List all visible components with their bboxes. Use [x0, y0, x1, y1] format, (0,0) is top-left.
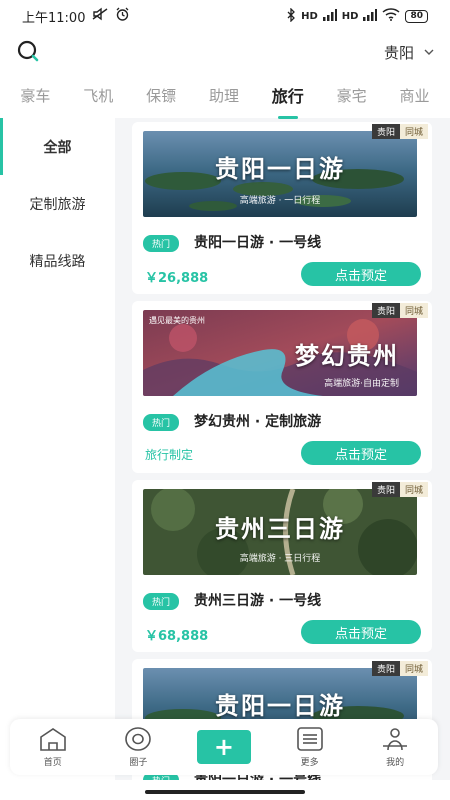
nav-more-label: 更多 [300, 758, 319, 768]
banner-title: 贵州三日游 [215, 514, 345, 543]
signal-1-label: HD [301, 10, 318, 22]
city-selector[interactable]: 贵阳 [384, 42, 434, 63]
product-price: ￥68,888 [145, 629, 209, 644]
tab-business[interactable]: 商业 [397, 81, 431, 110]
product-name: 梦幻贵州 · 定制旅游 [194, 414, 322, 430]
product-list: 贵阳一日游 高端旅游 · 一日行程 贵阳 同城 热门 贵阳一日游 · 一号线 ￥… [132, 118, 432, 800]
banner-subtitle: 高端旅游·自由定制 [324, 379, 399, 389]
home-indicator[interactable] [145, 790, 305, 794]
card-banner-image: 遇见最美的贵州 梦幻贵州 高端旅游·自由定制 [143, 310, 417, 396]
product-name: 贵阳一日游 · 一号线 [194, 235, 322, 251]
card-tags: 贵阳 同城 [371, 661, 428, 676]
mute-icon [91, 7, 109, 25]
book-button[interactable]: 点击预定 [301, 441, 421, 465]
signal-icon [322, 8, 337, 24]
circle-icon [123, 726, 153, 755]
product-name: 贵州三日游 · 一号线 [194, 593, 322, 609]
top-header: 贵阳 [0, 32, 450, 72]
tab-mansion[interactable]: 豪宅 [335, 81, 369, 110]
card-tags: 贵阳 同城 [371, 482, 428, 497]
signal-icon [363, 8, 378, 24]
type-tag: 同城 [399, 124, 428, 139]
product-price: ￥26,888 [145, 271, 209, 286]
city-label: 贵阳 [383, 43, 414, 62]
chevron-down-icon [424, 45, 434, 59]
side-item-custom-travel[interactable]: 定制旅游 [0, 175, 115, 232]
type-tag: 同城 [399, 661, 428, 676]
book-button[interactable]: 点击预定 [301, 620, 421, 644]
city-tag: 贵阳 [371, 303, 400, 318]
card-tags: 贵阳 同城 [371, 124, 428, 139]
nav-circle[interactable]: 圈子 [108, 726, 168, 768]
home-icon [38, 726, 68, 755]
signal-2-label: HD [341, 10, 359, 22]
category-tabs: 豪车 飞机 保镖 助理 旅行 豪宅 商业 [0, 72, 450, 118]
user-icon [380, 726, 410, 755]
type-tag: 同城 [399, 482, 428, 497]
city-tag: 贵阳 [371, 661, 400, 676]
wifi-icon [382, 8, 400, 24]
list-icon [295, 726, 325, 755]
app-screen: 上午11:00 HD HD 80 贵阳 豪车 飞机 保镖 助理 旅行 豪宅 商业… [0, 0, 450, 800]
book-button[interactable]: 点击预定 [301, 262, 421, 286]
hot-badge: 热门 [143, 593, 180, 610]
alarm-icon [115, 7, 130, 25]
tab-bodyguard[interactable]: 保镖 [144, 81, 178, 110]
banner-subtitle: 高端旅游 · 三日行程 [239, 554, 321, 564]
banner-title: 梦幻贵州 [295, 341, 399, 370]
side-item-all[interactable]: 全部 [0, 118, 115, 175]
banner-title: 贵阳一日游 [215, 691, 345, 720]
type-tag: 同城 [399, 303, 428, 318]
status-bar: 上午11:00 HD HD 80 [0, 0, 450, 32]
side-nav: 全部 定制旅游 精品线路 [0, 118, 115, 800]
tab-car[interactable]: 豪车 [18, 81, 52, 110]
side-item-premium-routes[interactable]: 精品线路 [0, 232, 115, 289]
hot-badge: 热门 [143, 414, 180, 431]
tab-travel[interactable]: 旅行 [270, 79, 306, 111]
nav-home[interactable]: 首页 [23, 726, 83, 768]
battery-indicator: 80 [405, 9, 428, 23]
banner-top-text: 遇见最美的贵州 [149, 316, 205, 325]
city-tag: 贵阳 [371, 482, 400, 497]
add-button[interactable]: + [196, 730, 251, 764]
banner-subtitle: 高端旅游 · 一日行程 [239, 196, 321, 206]
hot-badge: 热门 [143, 235, 180, 252]
nav-more[interactable]: 更多 [280, 726, 340, 768]
nav-circle-label: 圈子 [129, 758, 148, 768]
search-icon[interactable] [16, 39, 42, 65]
bottom-nav: 首页 圈子 + 更多 我的 [10, 719, 438, 775]
status-time: 上午11:00 [22, 10, 86, 26]
card-banner-image: 贵阳一日游 高端旅游 · 一日行程 [143, 131, 417, 217]
nav-mine-label: 我的 [386, 758, 405, 768]
product-card[interactable]: 贵阳一日游 高端旅游 · 一日行程 贵阳 同城 热门 贵阳一日游 · 一号线 ￥… [132, 122, 432, 294]
product-card[interactable]: 贵州三日游 高端旅游 · 三日行程 贵阳 同城 热门 贵州三日游 · 一号线 ￥… [132, 480, 432, 652]
nav-mine[interactable]: 我的 [365, 726, 425, 768]
bluetooth-icon [286, 6, 296, 25]
card-tags: 贵阳 同城 [371, 303, 428, 318]
city-tag: 贵阳 [371, 124, 400, 139]
card-banner-image: 贵州三日游 高端旅游 · 三日行程 [143, 489, 417, 575]
tab-plane[interactable]: 飞机 [81, 81, 115, 110]
banner-title: 贵阳一日游 [215, 154, 345, 183]
nav-home-label: 首页 [43, 758, 62, 768]
product-card[interactable]: 遇见最美的贵州 梦幻贵州 高端旅游·自由定制 贵阳 同城 热门 梦幻贵州 · 定… [132, 301, 432, 473]
product-price: 旅行制定 [145, 448, 194, 462]
nav-add[interactable]: + [194, 730, 254, 764]
tab-assistant[interactable]: 助理 [207, 81, 241, 110]
